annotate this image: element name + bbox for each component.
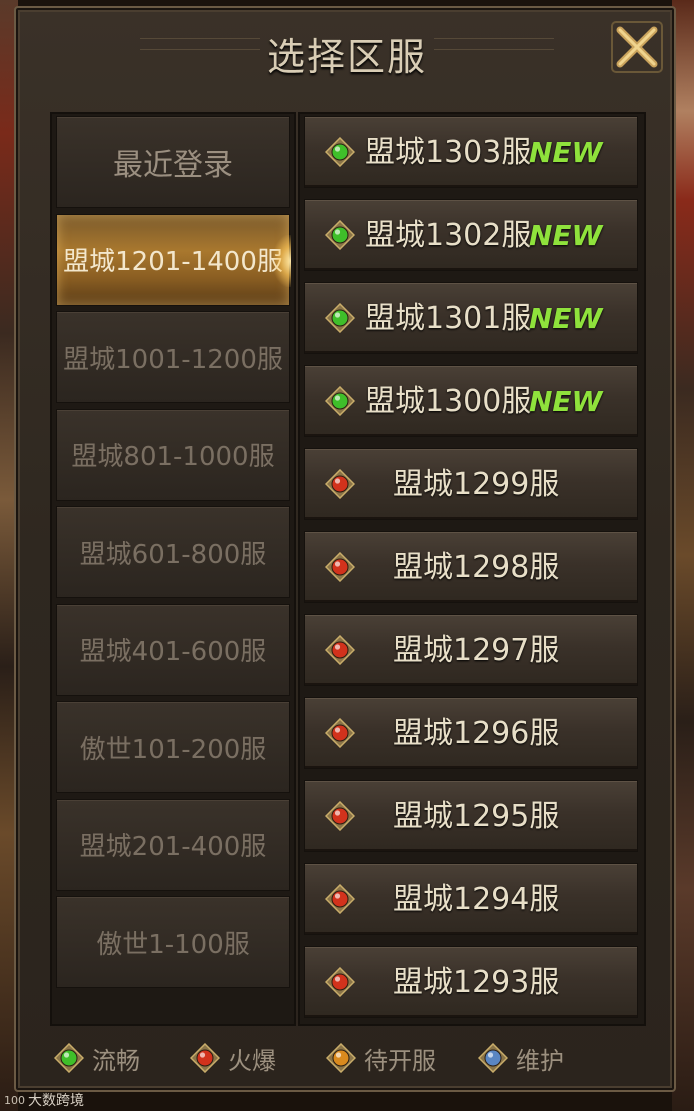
category-tab[interactable]: 盟城1001-1200服: [56, 311, 290, 403]
server-status-icon: [324, 717, 356, 749]
legend-label: 待开服: [364, 1046, 436, 1075]
server-name: 盟城1294服: [393, 882, 560, 917]
server-status-icon: [324, 219, 356, 251]
close-button[interactable]: [610, 20, 664, 74]
server-row[interactable]: 盟城1297服: [304, 614, 638, 686]
gem-blue-icon: [477, 1042, 509, 1074]
server-list: 盟城1303服 NEW 盟城1302服 NEW 盟城1301服 NEW 盟城1300服 NEW…: [298, 112, 646, 1026]
legend-item-green: 流畅: [53, 1038, 140, 1078]
legend-gem-icon: [477, 1042, 509, 1074]
category-tab[interactable]: 盟城201-400服: [56, 798, 290, 891]
server-name: 盟城1295服: [393, 799, 560, 834]
server-status-icon: [324, 468, 356, 500]
server-row[interactable]: 盟城1300服 NEW: [304, 365, 638, 437]
legend-label: 火爆: [228, 1046, 276, 1075]
server-name: 盟城1303服: [365, 135, 532, 170]
new-badge: NEW: [529, 136, 603, 169]
category-tab-label: 最近登录: [113, 148, 233, 183]
category-tab-label: 盟城201-400服: [79, 832, 267, 862]
category-tab-label: 盟城1201-1400服: [63, 247, 283, 277]
server-name: 盟城1296服: [393, 716, 560, 751]
server-status-icon: [324, 136, 356, 168]
server-row[interactable]: 盟城1301服 NEW: [304, 282, 638, 354]
server-status-icon: [324, 385, 356, 417]
category-list: 最近登录盟城1201-1400服 盟城1001-1200服 盟城801-1000服盟…: [50, 112, 296, 1026]
server-status-icon: [324, 800, 356, 832]
server-row[interactable]: 盟城1299服: [304, 448, 638, 520]
category-tab[interactable]: 盟城1201-1400服: [56, 213, 291, 306]
server-status-icon: [324, 634, 356, 666]
category-tab-label: 傲世101-200服: [79, 734, 267, 765]
legend-label: 维护: [516, 1046, 564, 1075]
server-status-icon: [324, 966, 356, 998]
server-row[interactable]: 盟城1296服: [304, 697, 638, 769]
server-name: 盟城1298服: [393, 550, 560, 585]
gem-red-icon: [324, 551, 356, 583]
server-name: 盟城1302服: [365, 218, 532, 253]
category-tab[interactable]: 盟城801-1000服: [56, 408, 290, 501]
gem-red-icon: [324, 634, 356, 666]
watermark-logo-icon: 100: [4, 1093, 25, 1107]
server-status-icon: [324, 883, 356, 915]
watermark: 100 大数跨境: [4, 1090, 84, 1110]
panel-title: 选择区服: [266, 35, 427, 79]
gem-red-icon: [324, 468, 356, 500]
new-badge: NEW: [529, 219, 603, 252]
server-row[interactable]: 盟城1303服 NEW: [304, 116, 638, 188]
category-tab-label: 盟城401-600服: [79, 637, 267, 667]
legend-item-orange: 待开服: [325, 1038, 436, 1078]
server-row[interactable]: 盟城1298服: [304, 531, 638, 603]
gem-red-icon: [324, 883, 356, 915]
close-x-icon: [611, 21, 663, 73]
server-status-icon: [324, 302, 356, 334]
category-tab[interactable]: 傲世101-200服: [56, 701, 290, 793]
legend-label: 流畅: [92, 1046, 140, 1075]
watermark-text: 大数跨境: [28, 1093, 84, 1109]
server-name: 盟城1301服: [365, 301, 532, 336]
legend-gem-icon: [325, 1042, 357, 1074]
server-name: 盟城1300服: [365, 384, 532, 419]
category-tab[interactable]: 盟城401-600服: [56, 603, 290, 696]
server-row[interactable]: 盟城1294服: [304, 863, 638, 935]
category-tab-label: 盟城801-1000服: [71, 442, 275, 472]
server-name: 盟城1293服: [393, 965, 560, 1000]
gem-red-icon: [324, 966, 356, 998]
server-name: 盟城1299服: [393, 467, 560, 502]
category-tab[interactable]: 傲世1-100服: [56, 896, 290, 988]
server-name: 盟城1297服: [393, 633, 560, 668]
server-status-icon: [324, 551, 356, 583]
category-tab-label: 盟城1001-1200服: [63, 344, 283, 375]
gem-green-icon: [324, 302, 356, 334]
gem-green-icon: [324, 219, 356, 251]
legend-gem-icon: [53, 1042, 85, 1074]
gem-red-icon: [324, 717, 356, 749]
gem-orange-icon: [325, 1042, 357, 1074]
category-tab-recent[interactable]: 最近登录: [56, 116, 290, 208]
server-row[interactable]: 盟城1302服 NEW: [304, 199, 638, 271]
server-row[interactable]: 盟城1295服: [304, 780, 638, 852]
gem-green-icon: [53, 1042, 85, 1074]
gem-red-icon: [189, 1042, 221, 1074]
legend-gem-icon: [189, 1042, 221, 1074]
gem-red-icon: [324, 800, 356, 832]
new-badge: NEW: [529, 302, 603, 335]
category-tab-label: 傲世1-100服: [96, 929, 250, 960]
legend-item-blue: 维护: [477, 1038, 564, 1078]
gem-green-icon: [324, 136, 356, 168]
server-row[interactable]: 盟城1293服: [304, 946, 638, 1018]
new-badge: NEW: [529, 385, 603, 418]
category-tab[interactable]: 盟城601-800服: [56, 506, 290, 598]
legend-item-red: 火爆: [189, 1038, 276, 1078]
category-tab-label: 盟城601-800服: [79, 539, 267, 570]
gem-green-icon: [324, 385, 356, 417]
